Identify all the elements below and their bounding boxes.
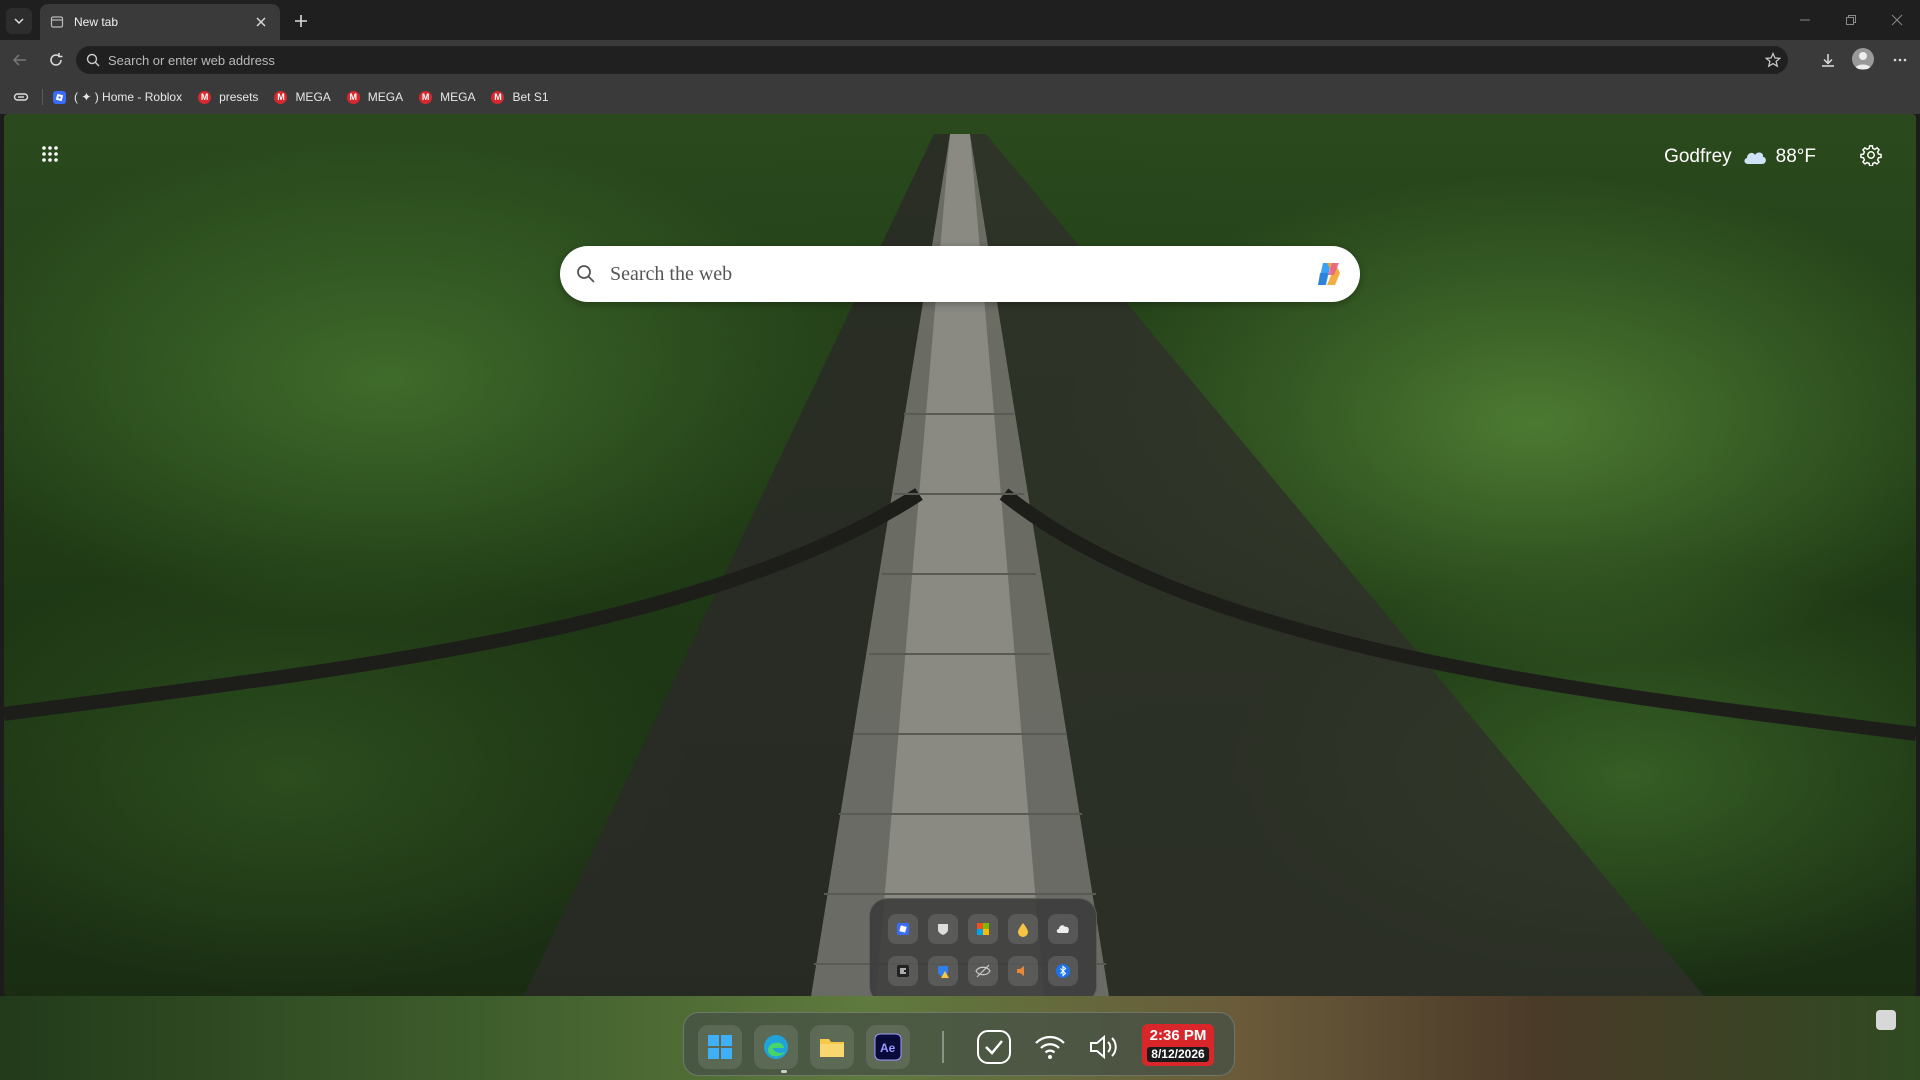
bookmark-roblox[interactable]: ( ✦ ) Home - Roblox [53,85,182,109]
more-horizontal-icon [1893,58,1907,62]
favorite-star-icon[interactable] [1758,48,1788,72]
droplet-tray-icon[interactable] [1008,914,1038,944]
mega-icon: M [419,90,433,104]
search-icon [577,265,595,283]
defender-warning-tray-icon[interactable] [928,956,958,986]
downloads-button[interactable] [1816,48,1840,72]
speaker-tray-icon[interactable] [1008,956,1038,986]
weather-widget[interactable]: Godfrey 88°F [1664,146,1816,168]
tab-title: New tab [74,15,119,29]
web-search-input[interactable] [610,262,1312,286]
close-window-button[interactable] [1880,6,1914,34]
roblox-tray-icon[interactable] [888,914,918,944]
new-tab-page: Godfrey 88°F [4,114,1916,996]
collections-button[interactable] [10,86,32,108]
page-settings-button[interactable] [1860,144,1886,170]
taskbar-clock[interactable]: 2:36 PM 8/12/2026 [1142,1024,1214,1066]
mega-icon: M [274,90,288,104]
bluetooth-tray-icon[interactable] [1048,956,1078,986]
bookmarks-bar: ( ✦ ) Home - Roblox M presets M MEGA M M… [0,80,1920,114]
clock-date: 8/12/2026 [1147,1046,1209,1062]
wifi-button[interactable] [1028,1025,1072,1069]
tasks-button[interactable] [972,1025,1016,1069]
newtab-page-icon [50,16,64,28]
bookmark-mega-3[interactable]: M MEGA [419,85,475,109]
running-indicator [781,1070,787,1073]
close-icon [1891,14,1903,26]
svg-text:Ae: Ae [880,1041,896,1055]
cloud-tray-icon[interactable] [1048,914,1078,944]
after-effects-button[interactable]: Ae [866,1025,910,1069]
checkmark-circle-icon [977,1030,1011,1064]
chevron-down-icon [14,18,24,25]
eye-off-tray-icon[interactable] [968,956,998,986]
volume-button[interactable] [1082,1025,1126,1069]
minimize-button[interactable] [1788,6,1822,34]
tab-strip: New tab [0,0,1920,40]
edge-taskbar-button[interactable] [754,1025,798,1069]
back-button[interactable] [8,48,32,72]
address-bar[interactable] [76,46,1788,74]
link-icon [13,93,29,101]
mega-icon: M [346,90,360,104]
bookmark-label: ( ✦ ) Home - Roblox [74,90,183,104]
search-icon [86,53,100,67]
bookmark-presets[interactable]: M presets [198,85,258,109]
wifi-icon [1035,1035,1065,1059]
edge-icon [764,1035,788,1059]
tab-actions-menu-button[interactable] [6,8,32,34]
cloud-icon [1744,152,1766,164]
profile-avatar[interactable] [1852,48,1874,70]
user-name: Godfrey [1664,146,1732,167]
bookmark-label: presets [219,90,259,104]
photos-tray-icon[interactable] [968,914,998,944]
minimize-icon [1800,19,1810,21]
windows-icon [708,1035,732,1059]
app-tray-icon[interactable] [888,956,918,986]
speaker-icon [1090,1034,1117,1060]
bookmark-label: MEGA [440,90,476,104]
start-button[interactable] [698,1025,742,1069]
bookmark-label: MEGA [367,90,404,104]
tab-new-tab[interactable]: New tab [40,4,280,40]
plus-icon [295,15,307,27]
mega-icon: M [491,90,505,104]
temperature: 88°F [1775,146,1816,167]
restore-button[interactable] [1834,6,1868,34]
restore-icon [1846,15,1856,25]
roblox-icon [53,90,66,104]
refresh-icon [50,53,63,66]
bookmark-label: MEGA [295,90,331,104]
mega-icon: M [198,90,212,104]
bookmark-bet-s1[interactable]: M Bet S1 [491,85,549,109]
dock-divider [942,1031,944,1063]
more-menu-button[interactable] [1888,48,1912,72]
refresh-button[interactable] [44,48,68,72]
download-icon [1822,54,1834,67]
copilot-icon [1318,263,1340,285]
arrow-left-icon [12,54,26,66]
close-icon[interactable] [252,13,270,31]
apps-launcher-button[interactable] [32,136,68,172]
browser-toolbar [0,40,1920,80]
grid-dots-icon [42,146,58,162]
bookmark-mega-1[interactable]: M MEGA [274,85,331,109]
show-desktop-button[interactable] [1876,1010,1896,1030]
new-tab-button[interactable] [288,8,314,34]
after-effects-icon: Ae [874,1033,902,1061]
security-tray-icon[interactable] [928,914,958,944]
bookmarks-divider [42,89,43,105]
file-explorer-button[interactable] [810,1025,854,1069]
gear-icon [1860,145,1882,167]
web-search-box[interactable] [560,246,1360,302]
copilot-button[interactable] [1312,257,1346,291]
user-icon [1855,52,1871,69]
bookmark-mega-2[interactable]: M MEGA [346,85,404,109]
clock-time: 2:36 PM [1149,1027,1207,1045]
tray-overflow-flyout [869,898,1097,1004]
folder-icon [820,1039,844,1057]
address-input[interactable] [108,52,1758,68]
bookmark-label: Bet S1 [512,90,549,104]
